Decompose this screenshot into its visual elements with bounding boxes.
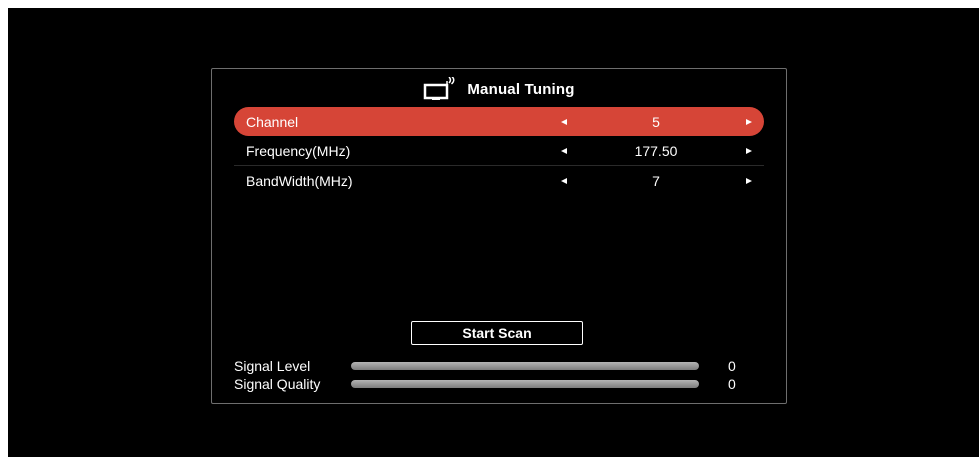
signal-quality-value: 0 (728, 376, 736, 392)
setting-row-channel[interactable]: Channel 5 (234, 107, 764, 136)
setting-value: 5 (652, 113, 660, 130)
setting-label: Frequency(MHz) (246, 142, 351, 159)
tv-antenna-icon (424, 77, 455, 100)
arrow-right-icon[interactable] (746, 177, 752, 184)
setting-label: Channel (246, 113, 299, 130)
arrow-left-icon[interactable] (561, 118, 567, 125)
setting-row-bandwidth[interactable]: BandWidth(MHz) 7 (234, 165, 764, 195)
arrow-right-icon[interactable] (746, 118, 752, 125)
setting-value: 7 (652, 172, 660, 189)
setting-row-frequency[interactable]: Frequency(MHz) 177.50 (234, 136, 764, 165)
signal-quality-label: Signal Quality (234, 376, 321, 392)
setting-value: 177.50 (634, 142, 678, 159)
dialog-title: Manual Tuning (467, 80, 575, 98)
arrow-left-icon[interactable] (561, 177, 567, 184)
arrow-left-icon[interactable] (561, 147, 567, 154)
signal-level-bar (351, 362, 699, 370)
setting-label: BandWidth(MHz) (246, 172, 353, 189)
signal-level-row: Signal Level 0 (234, 357, 764, 375)
signal-level-label: Signal Level (234, 358, 311, 374)
start-scan-button[interactable]: Start Scan (411, 321, 583, 345)
manual-tuning-dialog: Manual Tuning Channel 5 Frequency(MHz) 1… (211, 68, 787, 404)
dialog-title-bar: Manual Tuning (212, 75, 786, 103)
signal-quality-row: Signal Quality 0 (234, 375, 764, 393)
tv-screen: Manual Tuning Channel 5 Frequency(MHz) 1… (8, 8, 979, 457)
settings-list: Channel 5 Frequency(MHz) 177.50 BandWidt… (234, 107, 764, 195)
signal-quality-bar (351, 380, 699, 388)
signal-level-value: 0 (728, 358, 736, 374)
arrow-right-icon[interactable] (746, 147, 752, 154)
